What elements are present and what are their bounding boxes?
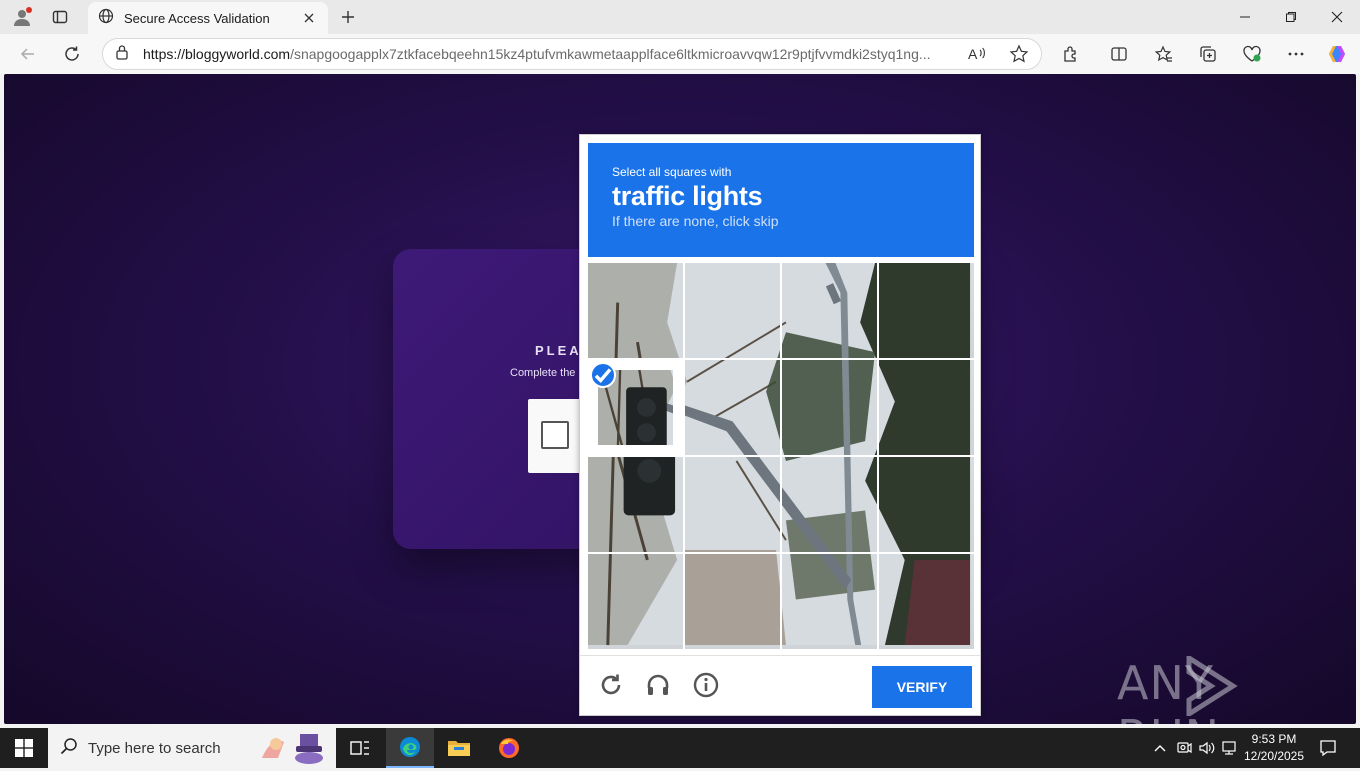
captcha-instruction: Select all squares with <box>612 165 732 179</box>
new-tab-button[interactable] <box>336 5 360 29</box>
volume-icon[interactable] <box>1197 738 1217 758</box>
captcha-tile-grid <box>588 263 974 649</box>
meet-now-icon[interactable] <box>1174 738 1194 758</box>
search-placeholder: Type here to search <box>88 739 221 757</box>
edge-taskbar-icon[interactable] <box>386 728 434 768</box>
tile-selected-check-icon <box>590 362 616 388</box>
read-aloud-icon[interactable]: A <box>967 44 987 69</box>
notifications-icon[interactable] <box>1318 738 1338 758</box>
watermark-text: ANY RUN <box>1117 656 1219 724</box>
taskbar-clock[interactable]: 9:53 PM 12/20/2025 <box>1240 731 1308 765</box>
captcha-tile[interactable] <box>588 554 683 649</box>
file-explorer-icon[interactable] <box>435 728 483 768</box>
tab-actions-icon[interactable] <box>48 5 72 29</box>
url-text[interactable]: https://bloggyworld.com/snapgoogapplx7zt… <box>143 46 943 62</box>
captcha-tile[interactable] <box>685 360 780 455</box>
captcha-tile[interactable] <box>879 263 974 358</box>
windows-logo-icon <box>15 739 33 757</box>
extensions-icon[interactable] <box>1057 40 1085 68</box>
audio-challenge-icon[interactable] <box>643 670 673 700</box>
captcha-checkbox[interactable] <box>541 421 569 449</box>
search-highlight-icon <box>258 730 330 771</box>
windows-taskbar: Type here to search 9:53 PM 12/20/2025 <box>0 728 1360 768</box>
captcha-header: Select all squares with traffic lights I… <box>588 143 974 257</box>
tab-bar: Secure Access Validation <box>0 0 1360 34</box>
clock-date: 12/20/2025 <box>1243 749 1305 763</box>
more-menu-icon[interactable] <box>1282 40 1310 68</box>
captcha-tile[interactable] <box>782 457 877 552</box>
captcha-footer: VERIFY <box>580 655 980 716</box>
start-button[interactable] <box>0 728 48 768</box>
captcha-target: traffic lights <box>612 181 763 211</box>
url-domain: https://bloggyworld.com <box>143 46 291 62</box>
clock-time: 9:53 PM <box>1251 732 1297 746</box>
favorites-icon[interactable] <box>1150 40 1178 68</box>
taskbar-search[interactable]: Type here to search <box>48 728 336 768</box>
browser-essentials-icon[interactable] <box>1238 40 1266 68</box>
minimize-button[interactable] <box>1222 0 1268 34</box>
tab-title: Secure Access Validation <box>124 10 270 26</box>
captcha-tile[interactable] <box>685 457 780 552</box>
active-tab[interactable]: Secure Access Validation <box>88 2 328 34</box>
captcha-tile[interactable] <box>879 360 974 455</box>
card-subtitle: Complete the <box>510 367 576 379</box>
favorite-star-icon[interactable] <box>1009 44 1029 69</box>
show-hidden-icons[interactable] <box>1150 738 1170 758</box>
close-window-button[interactable] <box>1314 0 1360 34</box>
firefox-icon[interactable] <box>485 728 533 768</box>
captcha-tile[interactable] <box>588 263 683 358</box>
close-tab-icon[interactable] <box>300 9 318 27</box>
captcha-hint: If there are none, click skip <box>612 213 779 229</box>
captcha-tile[interactable] <box>588 360 683 455</box>
captcha-tile[interactable] <box>879 457 974 552</box>
captcha-tile[interactable] <box>685 554 780 649</box>
svg-text:A: A <box>968 46 978 62</box>
captcha-tile[interactable] <box>588 457 683 552</box>
page-viewport: PLEAS Complete the ANY RUN Select all sq… <box>4 74 1356 724</box>
captcha-tile[interactable] <box>782 263 877 358</box>
captcha-challenge: Select all squares with traffic lights I… <box>579 134 981 716</box>
globe-icon <box>98 8 114 29</box>
captcha-tile[interactable] <box>685 263 780 358</box>
network-icon[interactable] <box>1220 738 1240 758</box>
info-icon[interactable] <box>691 670 721 700</box>
lock-icon[interactable] <box>115 44 129 65</box>
anyrun-watermark: ANY RUN <box>1117 656 1317 724</box>
url-path: /snapgoogapplx7ztkfacebqeehn15kz4ptufvmk… <box>290 46 931 62</box>
verify-button[interactable]: VERIFY <box>872 666 972 708</box>
search-icon <box>60 737 78 760</box>
browser-toolbar: https://bloggyworld.com/snapgoogapplx7zt… <box>0 34 1360 74</box>
split-screen-icon[interactable] <box>1105 40 1133 68</box>
captcha-tile[interactable] <box>782 554 877 649</box>
task-view-icon[interactable] <box>336 728 384 768</box>
captcha-tile[interactable] <box>879 554 974 649</box>
restore-button[interactable] <box>1268 0 1314 34</box>
address-bar[interactable]: https://bloggyworld.com/snapgoogapplx7zt… <box>102 38 1042 70</box>
copilot-icon[interactable] <box>1324 40 1352 68</box>
refresh-button[interactable] <box>58 40 86 68</box>
reload-icon[interactable] <box>596 670 626 700</box>
collections-icon[interactable] <box>1194 40 1222 68</box>
back-button[interactable] <box>14 40 42 68</box>
captcha-tile[interactable] <box>782 360 877 455</box>
profile-icon[interactable] <box>10 5 34 29</box>
